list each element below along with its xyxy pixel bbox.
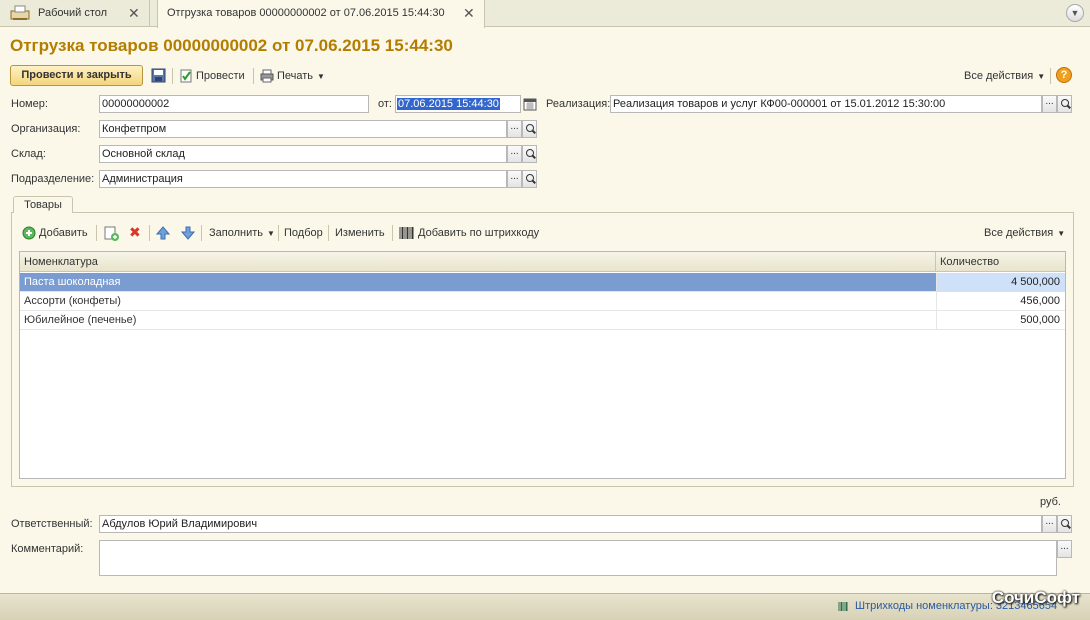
add-by-barcode-button[interactable]: Добавить по штрихкоду xyxy=(399,225,539,241)
chevron-down-icon: ▼ xyxy=(317,71,325,81)
all-actions-button[interactable]: Все действия ▼ xyxy=(964,68,1045,84)
page-title: Отгрузка товаров 00000000002 от 07.06.20… xyxy=(10,36,453,55)
cell-quantity[interactable]: 500,000 xyxy=(936,311,1065,330)
number-field[interactable]: 00000000002 xyxy=(99,95,369,113)
tab-document-label: Отгрузка товаров 00000000002 от 07.06.20… xyxy=(167,7,445,19)
number-label: Номер: xyxy=(11,98,48,110)
select-button[interactable]: ... xyxy=(1042,95,1057,113)
cell-quantity[interactable]: 4 500,000 xyxy=(936,273,1065,292)
search-icon[interactable] xyxy=(522,145,537,163)
warehouse-label: Склад: xyxy=(11,148,46,160)
search-icon[interactable] xyxy=(522,170,537,188)
post-icon xyxy=(179,69,193,83)
calendar-icon[interactable] xyxy=(523,97,537,111)
select-button[interactable]: ... xyxy=(1042,515,1057,533)
chevron-down-icon: ▼ xyxy=(1057,228,1066,238)
tab-goods[interactable]: Товары xyxy=(13,196,73,213)
pick-button[interactable]: Подбор xyxy=(284,225,323,241)
chevron-down-icon[interactable]: ▼ xyxy=(1066,4,1084,22)
close-icon[interactable]: ✕ xyxy=(128,5,140,22)
printer-icon xyxy=(260,69,274,83)
warehouse-field[interactable]: Основной склад xyxy=(99,145,507,163)
add-button[interactable]: Добавить xyxy=(22,225,88,241)
search-icon[interactable] xyxy=(1057,515,1072,533)
comment-label: Комментарий: xyxy=(11,543,84,555)
chevron-down-icon: ▼ xyxy=(267,228,275,238)
date-label: от: xyxy=(378,98,392,110)
post-and-close-button[interactable]: Провести и закрыть xyxy=(10,65,143,86)
tab-bar: Рабочий стол ✕ Отгрузка товаров 00000000… xyxy=(0,0,1090,28)
edit-button[interactable]: Изменить xyxy=(335,225,385,241)
help-icon[interactable]: ? xyxy=(1056,67,1072,83)
goods-table[interactable]: Номенклатура Количество Паста шоколадная… xyxy=(19,251,1066,479)
comment-field[interactable] xyxy=(99,540,1057,576)
tab-desktop[interactable]: Рабочий стол ✕ xyxy=(0,0,150,27)
realization-label: Реализация: xyxy=(546,98,611,110)
post-button[interactable]: Провести xyxy=(179,68,245,84)
watermark-logo: СочиСофт xyxy=(991,588,1080,607)
goods-all-actions-button[interactable]: Все действия ▼ xyxy=(984,225,1065,241)
cell-name: Паста шоколадная xyxy=(24,276,121,288)
select-button[interactable]: ... xyxy=(1057,540,1072,558)
responsible-label: Ответственный: xyxy=(11,518,93,530)
date-field[interactable]: 07.06.2015 15:44:30 xyxy=(395,95,521,113)
cell-quantity[interactable]: 456,000 xyxy=(936,292,1065,311)
barcode-icon xyxy=(838,601,848,612)
search-icon[interactable] xyxy=(1057,95,1072,113)
cell-name: Ассорти (конфеты) xyxy=(24,295,121,307)
desktop-icon xyxy=(9,4,31,22)
chevron-down-icon: ▼ xyxy=(1037,71,1046,81)
print-button[interactable]: Печать ▼ xyxy=(260,68,325,84)
delete-icon[interactable]: ✖ xyxy=(129,225,143,239)
realization-field[interactable]: Реализация товаров и услуг КФ00-000001 о… xyxy=(610,95,1042,113)
close-icon[interactable]: ✕ xyxy=(463,5,475,22)
column-header-quantity[interactable]: Количество xyxy=(936,252,1065,272)
copy-icon[interactable] xyxy=(104,226,119,241)
department-field[interactable]: Администрация xyxy=(99,170,507,188)
responsible-field[interactable]: Абдулов Юрий Владимирович xyxy=(99,515,1042,533)
tab-document[interactable]: Отгрузка товаров 00000000002 от 07.06.20… xyxy=(157,0,485,28)
barcode-icon xyxy=(399,226,415,240)
add-icon xyxy=(22,226,36,240)
table-row[interactable]: Ассорти (конфеты) 456,000 xyxy=(20,292,1065,311)
currency-label: руб. xyxy=(1040,496,1061,508)
select-button[interactable]: ... xyxy=(507,145,522,163)
table-row[interactable]: Паста шоколадная 4 500,000 xyxy=(20,273,1065,292)
status-bar: Штрихкоды номенклатуры: 3213465654 xyxy=(0,593,1090,620)
select-button[interactable]: ... xyxy=(507,170,522,188)
select-button[interactable]: ... xyxy=(507,120,522,138)
search-icon[interactable] xyxy=(522,120,537,138)
arrow-down-icon[interactable] xyxy=(180,226,196,240)
column-header-nomenclature[interactable]: Номенклатура xyxy=(20,252,936,272)
organization-label: Организация: xyxy=(11,123,81,135)
cell-name: Юбилейное (печенье) xyxy=(24,314,137,326)
tab-desktop-label: Рабочий стол xyxy=(38,7,108,19)
fill-button[interactable]: Заполнить ▼ xyxy=(209,225,275,241)
organization-field[interactable]: Конфетпром xyxy=(99,120,507,138)
table-row[interactable]: Юбилейное (печенье) 500,000 xyxy=(20,311,1065,330)
save-icon[interactable] xyxy=(151,68,166,83)
arrow-up-icon[interactable] xyxy=(155,226,171,240)
department-label: Подразделение: xyxy=(11,173,95,185)
